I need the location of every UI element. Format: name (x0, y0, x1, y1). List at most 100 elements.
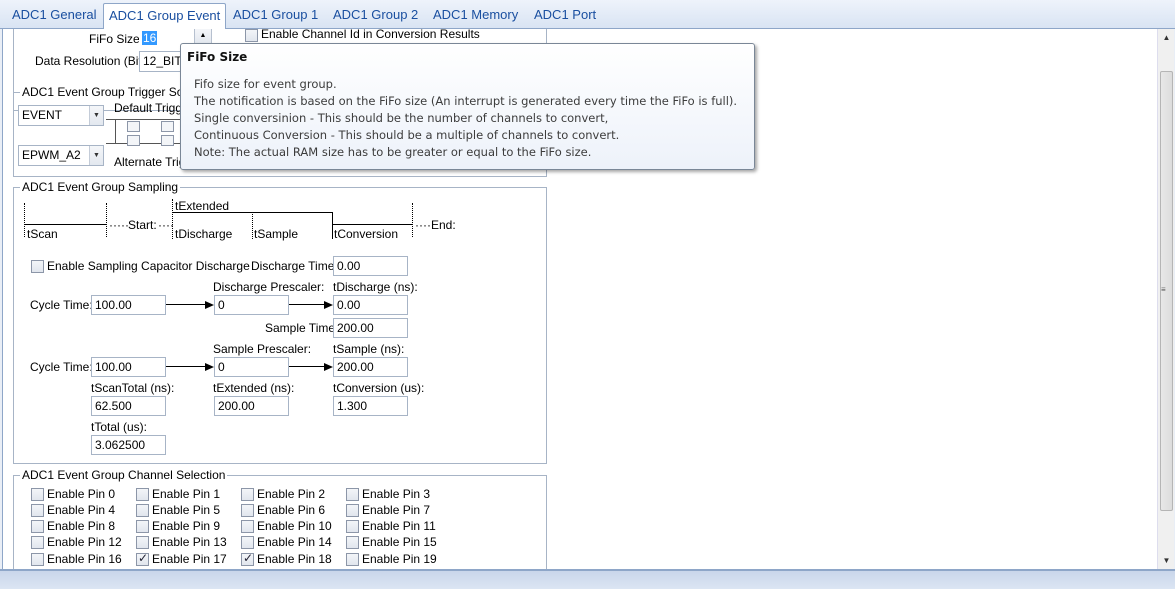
discharge-prescaler-input[interactable]: 0 (214, 295, 289, 315)
switch-box (127, 121, 140, 132)
flow-arrow (166, 304, 206, 305)
switch-box (161, 135, 174, 146)
enable-pin-checkbox[interactable] (136, 536, 149, 549)
tab-adc1-group-event[interactable]: ADC1 Group Event (103, 3, 227, 30)
textended-ns-output: 200.00 (214, 396, 289, 416)
enable-pin-checkbox[interactable] (136, 504, 149, 517)
flow-arrow-head (324, 301, 333, 309)
alternate-trigger-select[interactable]: EPWM_A2 ▼ (18, 145, 104, 166)
tab-adc1-group-1[interactable]: ADC1 Group 1 (229, 5, 322, 28)
enable-pin-label: Enable Pin 11 (362, 519, 436, 533)
tsample-ns-input[interactable]: 200.00 (333, 357, 408, 377)
enable-pin-label: Enable Pin 10 (257, 519, 332, 533)
data-resolution-label: Data Resolution (Bit): (35, 54, 150, 68)
enable-pin-checkbox[interactable] (346, 488, 359, 501)
enable-pin-label: Enable Pin 7 (362, 503, 431, 517)
textended-ns-label: tExtended (ns): (213, 381, 295, 395)
enable-pin-checkbox[interactable] (346, 504, 359, 517)
enable-pin-checkbox[interactable] (31, 553, 44, 566)
enable-channel-id-checkbox[interactable] (245, 29, 258, 42)
enable-pin-checkbox[interactable] (346, 520, 359, 533)
enable-pin-checkbox[interactable] (241, 504, 254, 517)
trigger-wire (106, 143, 186, 144)
cycle-time-input[interactable]: 100.00 (91, 295, 166, 315)
tsample-timeline-label: tSample (254, 227, 299, 241)
timeline-tick (24, 203, 25, 237)
discharge-prescaler-label: Discharge Prescaler: (213, 280, 325, 294)
fifo-size-value: 16 (142, 31, 158, 45)
tooltip-line: Note: The actual RAM size has to be grea… (194, 145, 592, 159)
tab-adc1-group-2[interactable]: ADC1 Group 2 (329, 5, 422, 28)
scroll-down-icon[interactable]: ▼ (1158, 552, 1175, 569)
enable-discharge-label: Enable Sampling Capacitor Discharge (47, 259, 250, 273)
scroll-up-icon[interactable]: ▲ (1158, 29, 1175, 46)
start-label: Start: (128, 218, 157, 232)
enable-pin-label: Enable Pin 19 (362, 552, 437, 566)
enable-pin-checkbox[interactable] (241, 488, 254, 501)
tab-adc1-general[interactable]: ADC1 General (8, 5, 101, 28)
trigger-wire (115, 119, 116, 143)
ttotal-output: 3.062500 (91, 435, 166, 455)
bottom-splitter[interactable] (0, 569, 1175, 589)
timeline-tick (106, 203, 107, 237)
flow-arrow (289, 366, 325, 367)
tooltip-line: Fifo size for event group. (194, 77, 337, 91)
default-trigger-select[interactable]: EVENT ▼ (18, 105, 104, 126)
enable-pin-checkbox[interactable] (241, 551, 254, 566)
enable-pin-checkbox[interactable] (136, 488, 149, 501)
enable-pin-checkbox[interactable] (241, 536, 254, 549)
enable-discharge-checkbox[interactable] (31, 260, 44, 273)
enable-pin-checkbox[interactable] (31, 488, 44, 501)
vertical-scrollbar[interactable]: ▲ ≡ ▼ (1157, 29, 1174, 569)
sample-time-label: Sample Time: (265, 321, 339, 335)
default-trigger-value: EVENT (22, 108, 63, 122)
tdischarge-ns-input[interactable]: 0.00 (333, 295, 408, 315)
enable-pin-label: Enable Pin 9 (152, 519, 221, 533)
enable-pin-label: Enable Pin 15 (362, 535, 437, 549)
tconversion-us-label: tConversion (us): (333, 381, 425, 395)
enable-pin-checkbox[interactable] (31, 536, 44, 549)
discharge-time-label: Discharge Time: (251, 259, 338, 273)
enable-pin-checkbox[interactable] (346, 536, 359, 549)
sampling-title: ADC1 Event Group Sampling (20, 180, 181, 194)
fifo-size-spin-up[interactable]: ▲ (194, 29, 212, 44)
enable-pin-checkbox[interactable] (31, 520, 44, 533)
enable-pin-label: Enable Pin 3 (362, 487, 431, 501)
chevron-down-icon: ▼ (89, 146, 103, 165)
enable-channel-id-label: Enable Channel Id in Conversion Results (261, 29, 480, 41)
enable-pin-checkbox[interactable] (136, 520, 149, 533)
end-label: End: (431, 218, 456, 232)
tscantotal-label: tScanTotal (ns): (91, 381, 175, 395)
tab-adc1-memory[interactable]: ADC1 Memory (429, 5, 522, 28)
enable-pin-label: Enable Pin 2 (257, 487, 326, 501)
cycle-time-input[interactable]: 100.00 (91, 357, 166, 377)
tab-adc1-port[interactable]: ADC1 Port (530, 5, 600, 28)
timeline-tick (252, 212, 253, 239)
timeline-dots: ···· (415, 218, 431, 232)
tooltip-line: Single conversinion - This should be the… (194, 111, 609, 125)
sample-prescaler-input[interactable]: 0 (214, 357, 289, 377)
chevron-down-icon: ▼ (89, 106, 103, 125)
fifo-size-tooltip: FiFo Size Fifo size for event group. The… (180, 43, 755, 170)
tooltip-line: The notification is based on the FiFo si… (194, 94, 738, 108)
timeline-segment (24, 224, 106, 225)
enable-pin-label: Enable Pin 6 (257, 503, 326, 517)
enable-pin-label: Enable Pin 5 (152, 503, 221, 517)
enable-pin-label: Enable Pin 13 (152, 535, 227, 549)
tdischarge-ns-label: tDischarge (ns): (333, 280, 418, 294)
enable-pin-checkbox[interactable] (241, 520, 254, 533)
sample-time-input[interactable]: 200.00 (333, 318, 408, 338)
enable-pin-checkbox[interactable] (346, 553, 359, 566)
switch-box (127, 135, 140, 146)
timeline-tick (172, 199, 173, 239)
sample-prescaler-label: Sample Prescaler: (213, 342, 312, 356)
enable-pin-checkbox[interactable] (136, 551, 149, 566)
flow-arrow-head (205, 363, 214, 371)
tconversion-us-output: 1.300 (333, 396, 408, 416)
enable-pin-checkbox[interactable] (31, 504, 44, 517)
discharge-time-input[interactable]: 0.00 (333, 256, 408, 276)
enable-pin-label: Enable Pin 8 (47, 519, 116, 533)
channel-selection-title: ADC1 Event Group Channel Selection (20, 468, 228, 482)
enable-pin-label: Enable Pin 12 (47, 535, 122, 549)
ttotal-label: tTotal (us): (91, 420, 148, 434)
